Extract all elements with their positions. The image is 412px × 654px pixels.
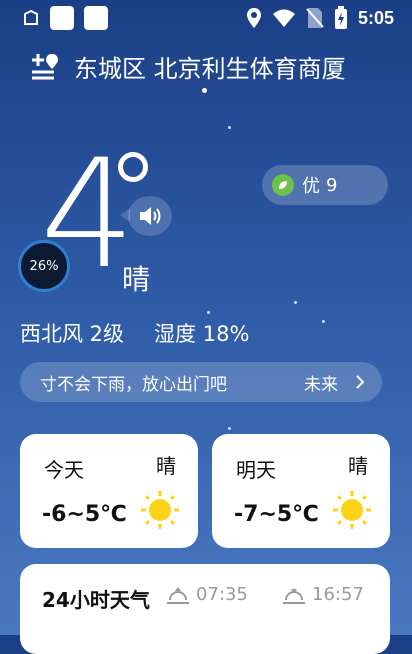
star-decoration bbox=[228, 427, 231, 430]
no-sim-icon bbox=[306, 8, 324, 28]
location-icon bbox=[246, 8, 261, 28]
chevron-right-icon bbox=[356, 375, 365, 389]
add-city-icon[interactable] bbox=[30, 52, 62, 80]
sun-icon bbox=[333, 491, 371, 529]
wind-info: 西北风 2级 bbox=[20, 322, 125, 346]
forecast-tip-banner[interactable]: 寸不会下雨，放心出门吧 未来 bbox=[20, 362, 382, 402]
star-decoration bbox=[294, 301, 297, 304]
humidity-info: 湿度 18% bbox=[154, 322, 250, 346]
forecast-day: 明天 bbox=[236, 458, 276, 482]
tip-more-label: 未来 bbox=[304, 374, 338, 395]
sunset-icon bbox=[283, 588, 305, 604]
star-decoration bbox=[228, 126, 231, 129]
sunset-info: 16:57 bbox=[282, 584, 364, 605]
forecast-condition: 晴 bbox=[348, 454, 368, 478]
aqi-label: 优 bbox=[302, 176, 320, 197]
sun-icon bbox=[141, 491, 179, 529]
hourly-title: 24小时天气 bbox=[42, 588, 150, 612]
forecast-card-tomorrow[interactable]: 明天 晴 -7~5℃ bbox=[212, 434, 390, 548]
battery-icon bbox=[334, 6, 347, 29]
progress-badge[interactable]: 26% bbox=[18, 240, 70, 292]
badge-percent: 26% bbox=[29, 258, 59, 274]
location-header: 东城区 北京利生体育商厦 bbox=[30, 46, 392, 86]
degree-symbol bbox=[118, 152, 148, 182]
wind-humidity-row: 西北风 2级 湿度 18% bbox=[20, 318, 249, 348]
forecast-card-today[interactable]: 今天 晴 -6~5℃ bbox=[20, 434, 198, 548]
app-notification-icon bbox=[50, 6, 74, 30]
sunrise-icon bbox=[167, 586, 189, 604]
aqi-value: 9 bbox=[326, 174, 338, 196]
clock-time: 5:05 bbox=[357, 7, 394, 28]
weather-condition: 晴 bbox=[122, 263, 151, 296]
speaker-icon bbox=[140, 207, 161, 225]
leaf-icon bbox=[272, 174, 294, 196]
wifi-icon bbox=[272, 9, 295, 27]
air-quality-pill[interactable]: 优 9 bbox=[262, 165, 388, 205]
forecast-condition: 晴 bbox=[156, 454, 176, 478]
star-decoration bbox=[322, 320, 325, 323]
location-name[interactable]: 东城区 北京利生体育商厦 bbox=[74, 49, 346, 84]
sunrise-time: 07:35 bbox=[196, 584, 248, 605]
hourly-forecast-card[interactable]: 24小时天气 07:35 16:57 bbox=[20, 564, 390, 654]
tip-text: 寸不会下雨，放心出门吧 bbox=[40, 374, 227, 395]
forecast-range: -7~5℃ bbox=[234, 502, 319, 527]
star-decoration bbox=[207, 311, 210, 314]
status-bar: 5:05 bbox=[0, 0, 412, 36]
page-indicator-dot bbox=[202, 88, 207, 93]
sunset-time: 16:57 bbox=[312, 584, 364, 605]
sunrise-info: 07:35 bbox=[166, 584, 248, 605]
forecast-day: 今天 bbox=[44, 458, 84, 482]
notification-icon bbox=[24, 9, 38, 25]
voice-broadcast-button[interactable] bbox=[128, 196, 172, 236]
forecast-range: -6~5℃ bbox=[42, 502, 127, 527]
app-notification-icon bbox=[84, 6, 108, 30]
